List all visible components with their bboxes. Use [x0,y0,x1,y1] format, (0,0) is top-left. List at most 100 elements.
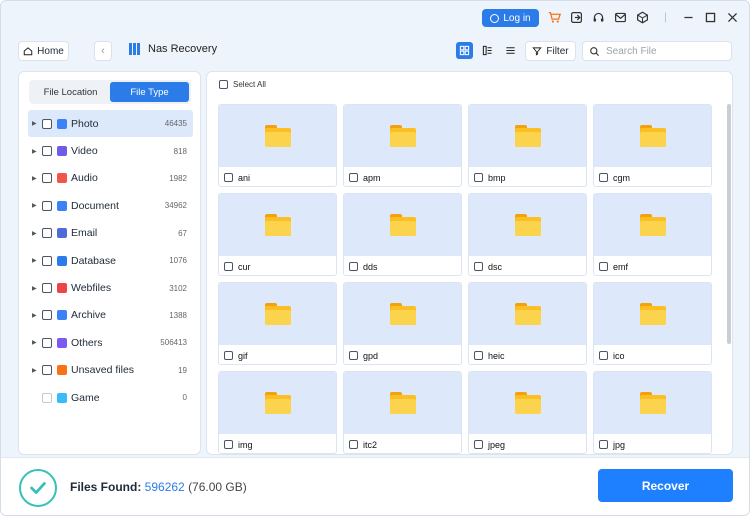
expand-arrow-icon[interactable]: ▶ [32,175,42,182]
folder-card[interactable]: cgm [593,104,712,187]
tree-item-document[interactable]: ▶ Document 34962 [28,192,193,219]
select-all[interactable]: Select All [219,80,266,89]
folder-card[interactable]: apm [343,104,462,187]
folder-card[interactable]: dds [343,193,462,276]
tree-item-archive[interactable]: ▶ Archive 1388 [28,302,193,329]
list-view-button[interactable] [502,42,519,59]
grid-view-button[interactable] [456,42,473,59]
tree-item-checkbox[interactable] [42,146,52,157]
tree-item-game[interactable]: Game 0 [28,384,193,411]
folder-checkbox[interactable] [224,440,233,449]
folder-checkbox[interactable] [599,351,608,360]
files-found-count: 596262 [144,480,185,494]
folder-checkbox[interactable] [224,262,233,271]
folder-card[interactable]: img [218,371,337,454]
expand-arrow-icon[interactable]: ▶ [32,120,42,127]
tree-item-count: 0 [182,393,187,403]
folder-icon [264,303,291,325]
folder-checkbox[interactable] [224,351,233,360]
folder-icon [514,125,541,147]
folder-thumbnail [594,372,711,434]
folder-card[interactable]: ani [218,104,337,187]
tree-item-database[interactable]: ▶ Database 1076 [28,247,193,274]
tree-item-audio[interactable]: ▶ Audio 1982 [28,165,193,192]
tree-item-checkbox[interactable] [42,283,52,294]
expand-arrow-icon[interactable]: ▶ [32,285,42,292]
folder-checkbox[interactable] [349,173,358,182]
tree-item-checkbox[interactable] [42,310,52,321]
export-icon[interactable] [569,10,583,24]
expand-arrow-icon[interactable]: ▶ [32,148,42,155]
tree-item-unsaved-files[interactable]: ▶ Unsaved files 19 [28,357,193,384]
tree-item-checkbox[interactable] [42,200,52,211]
tab-file-type[interactable]: File Type [110,82,189,102]
cube-icon[interactable] [635,10,649,24]
folder-footer: heic [469,345,586,364]
folder-card[interactable]: dsc [468,193,587,276]
folder-checkbox[interactable] [224,173,233,182]
detail-view-icon [482,45,492,56]
folder-footer: itc2 [344,434,461,453]
tree-item-label: Photo [71,117,99,130]
tree-item-checkbox[interactable] [42,365,52,376]
folder-card[interactable]: gif [218,282,337,365]
folder-checkbox[interactable] [349,440,358,449]
tree-item-checkbox[interactable] [42,255,52,266]
tab-file-location[interactable]: File Location [31,82,110,102]
filter-button[interactable]: Filter [525,41,576,61]
close-icon[interactable] [725,10,739,24]
home-button[interactable]: Home [18,41,69,61]
expand-arrow-icon[interactable]: ▶ [32,339,42,346]
back-button[interactable]: ‹ [94,41,112,61]
cart-icon[interactable] [547,10,561,24]
folder-card[interactable]: jpg [593,371,712,454]
mail-icon[interactable] [613,10,627,24]
tree-item-others[interactable]: ▶ Others 506413 [28,329,193,356]
folder-checkbox[interactable] [474,351,483,360]
tree-item-video[interactable]: ▶ Video 818 [28,137,193,164]
tree-item-checkbox[interactable] [42,337,52,348]
vertical-scrollbar[interactable] [727,104,731,344]
folder-card[interactable]: heic [468,282,587,365]
detail-view-button[interactable] [479,42,496,59]
folder-checkbox[interactable] [474,173,483,182]
tree-item-email[interactable]: ▶ Email 67 [28,220,193,247]
login-button[interactable]: Log in [482,9,539,27]
folder-checkbox[interactable] [599,262,608,271]
headset-icon[interactable] [591,10,605,24]
expand-arrow-icon[interactable]: ▶ [32,367,42,374]
folder-checkbox[interactable] [599,440,608,449]
expand-arrow-icon[interactable]: ▶ [32,202,42,209]
folder-checkbox[interactable] [599,173,608,182]
search-box [582,41,732,61]
select-all-checkbox[interactable] [219,80,228,89]
minimize-icon[interactable] [681,10,695,24]
tree-item-checkbox[interactable] [42,228,52,239]
tree-item-checkbox[interactable] [42,118,52,129]
folder-card[interactable]: ico [593,282,712,365]
folder-icon [389,392,416,414]
expand-arrow-icon[interactable]: ▶ [32,257,42,264]
folder-checkbox[interactable] [474,440,483,449]
recover-button[interactable]: Recover [598,469,733,502]
folder-card[interactable]: emf [593,193,712,276]
expand-arrow-icon[interactable]: ▶ [32,230,42,237]
tree-item-checkbox[interactable] [42,392,52,403]
expand-arrow-icon[interactable]: ▶ [32,312,42,319]
folder-card[interactable]: cur [218,193,337,276]
email-icon [57,228,67,239]
folder-checkbox[interactable] [474,262,483,271]
tree-item-photo[interactable]: ▶ Photo 46435 [28,110,193,138]
folder-card[interactable]: bmp [468,104,587,187]
tree-item-webfiles[interactable]: ▶ Webfiles 3102 [28,274,193,301]
folder-card[interactable]: itc2 [343,371,462,454]
tree-item-checkbox[interactable] [42,173,52,184]
maximize-icon[interactable] [703,10,717,24]
folder-checkbox[interactable] [349,262,358,271]
search-input[interactable] [606,45,726,57]
folder-checkbox[interactable] [349,351,358,360]
folder-card[interactable]: gpd [343,282,462,365]
list-view-icon [506,47,515,54]
folder-card[interactable]: jpeg [468,371,587,454]
user-icon [490,13,500,23]
